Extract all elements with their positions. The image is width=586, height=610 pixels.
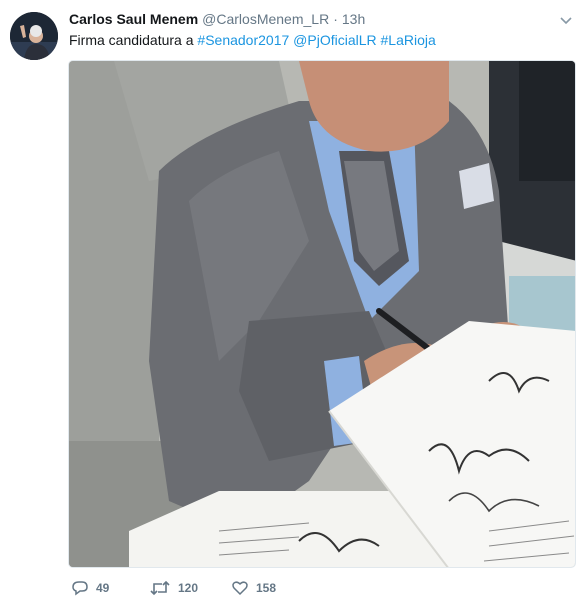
retweet-count: 120	[178, 581, 199, 595]
avatar-photo	[10, 12, 58, 60]
heart-icon	[232, 581, 248, 596]
tweet-card[interactable]: Carlos Saul Menem @CarlosMenem_LR · 13h Fir…	[0, 0, 586, 610]
like-button[interactable]: 158	[231, 578, 276, 598]
photo-illustration	[69, 61, 575, 567]
tweet-text-prefix: Firma candidatura a	[69, 32, 194, 48]
reply-button[interactable]: 49	[71, 578, 109, 598]
retweet-button[interactable]: 120	[149, 578, 198, 598]
tweet-text: Firma candidatura a #Senador2017 @PjOfic…	[69, 31, 436, 49]
hashtag-senador2017[interactable]: #Senador2017	[197, 32, 289, 48]
author-handle[interactable]: @CarlosMenem_LR	[202, 11, 329, 27]
reply-icon	[72, 581, 88, 596]
separator-dot: ·	[333, 11, 338, 27]
author-name[interactable]: Carlos Saul Menem	[69, 11, 198, 27]
timestamp[interactable]: 13h	[342, 11, 365, 27]
avatar[interactable]	[10, 12, 58, 60]
reply-count: 49	[96, 581, 110, 595]
retweet-icon	[150, 580, 170, 596]
hashtag-larioja[interactable]: #LaRioja	[381, 32, 436, 48]
mention-pjoficiallr[interactable]: @PjOficialLR	[293, 32, 376, 48]
tweet-photo[interactable]	[68, 60, 576, 568]
like-count: 158	[256, 581, 277, 595]
tweet-header: Carlos Saul Menem @CarlosMenem_LR · 13h	[69, 10, 365, 28]
chevron-down-icon[interactable]	[558, 12, 574, 28]
